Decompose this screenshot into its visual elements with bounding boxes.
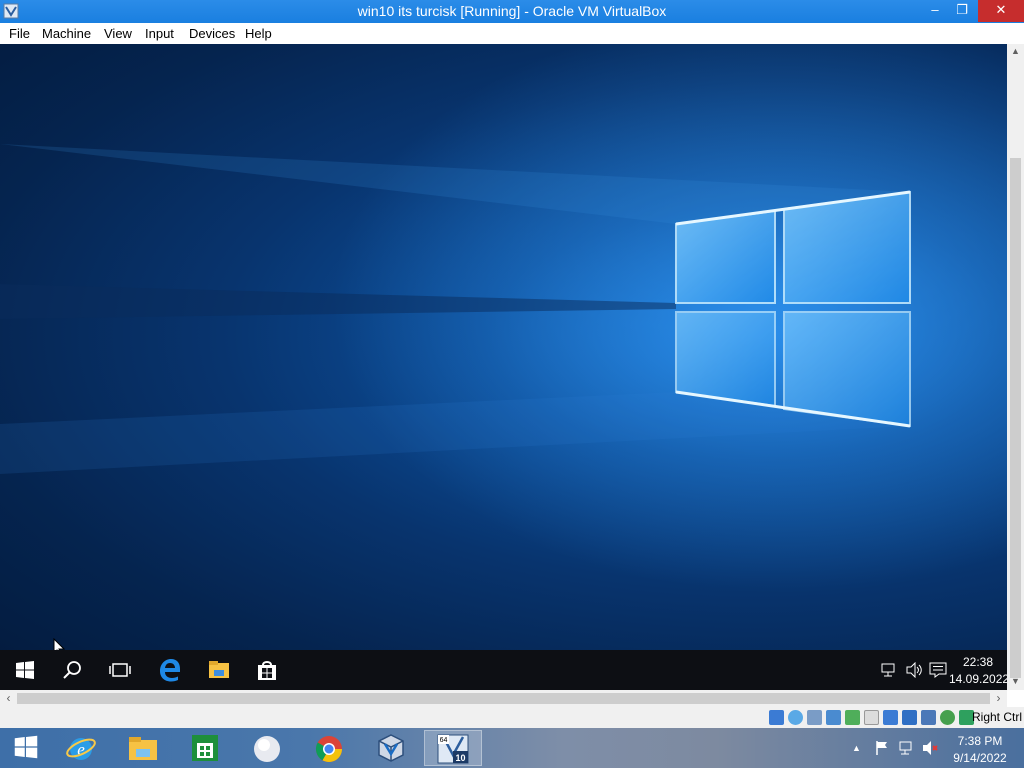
windows-wallpaper — [0, 44, 1007, 690]
scroll-down-arrow-icon[interactable]: ▼ — [1007, 676, 1024, 686]
store-icon — [192, 735, 218, 761]
search-icon[interactable] — [60, 658, 84, 682]
task-view-icon[interactable] — [108, 658, 132, 682]
host-start-button[interactable] — [0, 730, 54, 766]
cpu-icon[interactable] — [921, 710, 936, 725]
vm-status-bar: Right Ctrl — [0, 707, 1024, 728]
network-icon[interactable] — [881, 663, 897, 677]
menu-devices[interactable]: Devices — [189, 26, 235, 41]
host-key-label[interactable]: Right Ctrl — [972, 710, 1022, 724]
vm-icon-badge-bottom: 10 — [455, 753, 465, 763]
edge-icon[interactable] — [158, 658, 182, 682]
guest-clock[interactable]: 22:38 14.09.2022 — [949, 654, 1007, 688]
vertical-scrollbar[interactable]: ▲ ▼ — [1007, 44, 1024, 690]
host-explorer-button[interactable] — [116, 730, 170, 766]
internet-explorer-icon: e — [66, 738, 96, 760]
generic-app-icon — [254, 736, 280, 762]
host-ie-button[interactable]: e — [54, 730, 108, 766]
optical-drive-icon[interactable] — [788, 710, 803, 725]
store-icon[interactable] — [255, 658, 279, 682]
close-button[interactable]: ✕ — [978, 0, 1024, 22]
host-virtualbox-button[interactable] — [364, 730, 418, 766]
windows-logo-icon — [14, 735, 38, 759]
host-date: 9/14/2022 — [953, 751, 1007, 765]
hard-disk-icon[interactable] — [769, 710, 784, 725]
usb-icon[interactable] — [845, 710, 860, 725]
file-explorer-icon[interactable] — [207, 658, 231, 682]
vm-window-icon: 64 10 — [437, 734, 469, 764]
window-titlebar[interactable]: win10 its turcisk [Running] - Oracle VM … — [0, 0, 1024, 23]
audio-icon[interactable] — [807, 710, 822, 725]
scroll-up-arrow-icon[interactable]: ▲ — [1007, 46, 1024, 56]
menu-input[interactable]: Input — [145, 26, 174, 41]
virtualbox-icon — [378, 734, 404, 762]
volume-icon[interactable] — [905, 662, 923, 678]
guest-date: 14.09.2022 — [949, 672, 1007, 686]
host-vm-window-button[interactable]: 64 10 — [424, 730, 482, 766]
vm-icon-badge-top: 64 — [440, 737, 448, 744]
recording-icon[interactable] — [902, 710, 917, 725]
menu-view[interactable]: View — [104, 26, 132, 41]
flag-icon[interactable] — [874, 740, 890, 756]
window-title: win10 its turcisk [Running] - Oracle VM … — [357, 3, 667, 19]
host-generic-app-button[interactable] — [240, 730, 294, 766]
menu-help[interactable]: Help — [245, 26, 272, 41]
scroll-right-arrow-icon[interactable]: › — [990, 690, 1007, 706]
restore-button[interactable]: ❐ — [948, 0, 976, 22]
vt-x-icon[interactable] — [940, 710, 955, 725]
file-explorer-icon — [129, 737, 157, 760]
vertical-scroll-thumb[interactable] — [1010, 158, 1021, 678]
start-icon[interactable] — [13, 658, 37, 682]
minimize-button[interactable]: – — [921, 0, 949, 22]
guest-display[interactable]: 22:38 14.09.2022 — [0, 44, 1007, 690]
host-clock[interactable]: 7:38 PM 9/14/2022 — [950, 733, 1010, 767]
action-center-icon[interactable] — [929, 662, 947, 678]
guest-time: 22:38 — [962, 655, 994, 669]
scroll-left-arrow-icon[interactable]: ‹ — [0, 690, 17, 706]
volume-muted-icon[interactable] — [921, 740, 939, 756]
host-store-button[interactable] — [178, 730, 232, 766]
menu-file[interactable]: File — [9, 26, 30, 41]
host-taskbar: e 64 10 ▲ 7:38 PM 9/14/2022 — [0, 728, 1024, 768]
host-time: 7:38 PM — [957, 734, 1003, 748]
guest-taskbar: 22:38 14.09.2022 — [0, 650, 1007, 690]
shared-folders-icon[interactable] — [864, 710, 879, 725]
network-adapter-icon[interactable] — [826, 710, 841, 725]
display-icon[interactable] — [883, 710, 898, 725]
host-chrome-button[interactable] — [302, 730, 356, 766]
chrome-icon — [315, 736, 343, 763]
network-icon[interactable] — [898, 740, 914, 756]
menu-bar: File Machine View Input Devices Help — [0, 23, 1024, 44]
show-hidden-icons-icon[interactable]: ▲ — [852, 743, 861, 753]
menu-machine[interactable]: Machine — [42, 26, 91, 41]
horizontal-scroll-thumb[interactable] — [17, 693, 990, 704]
horizontal-scrollbar[interactable]: ‹ › — [0, 690, 1007, 707]
